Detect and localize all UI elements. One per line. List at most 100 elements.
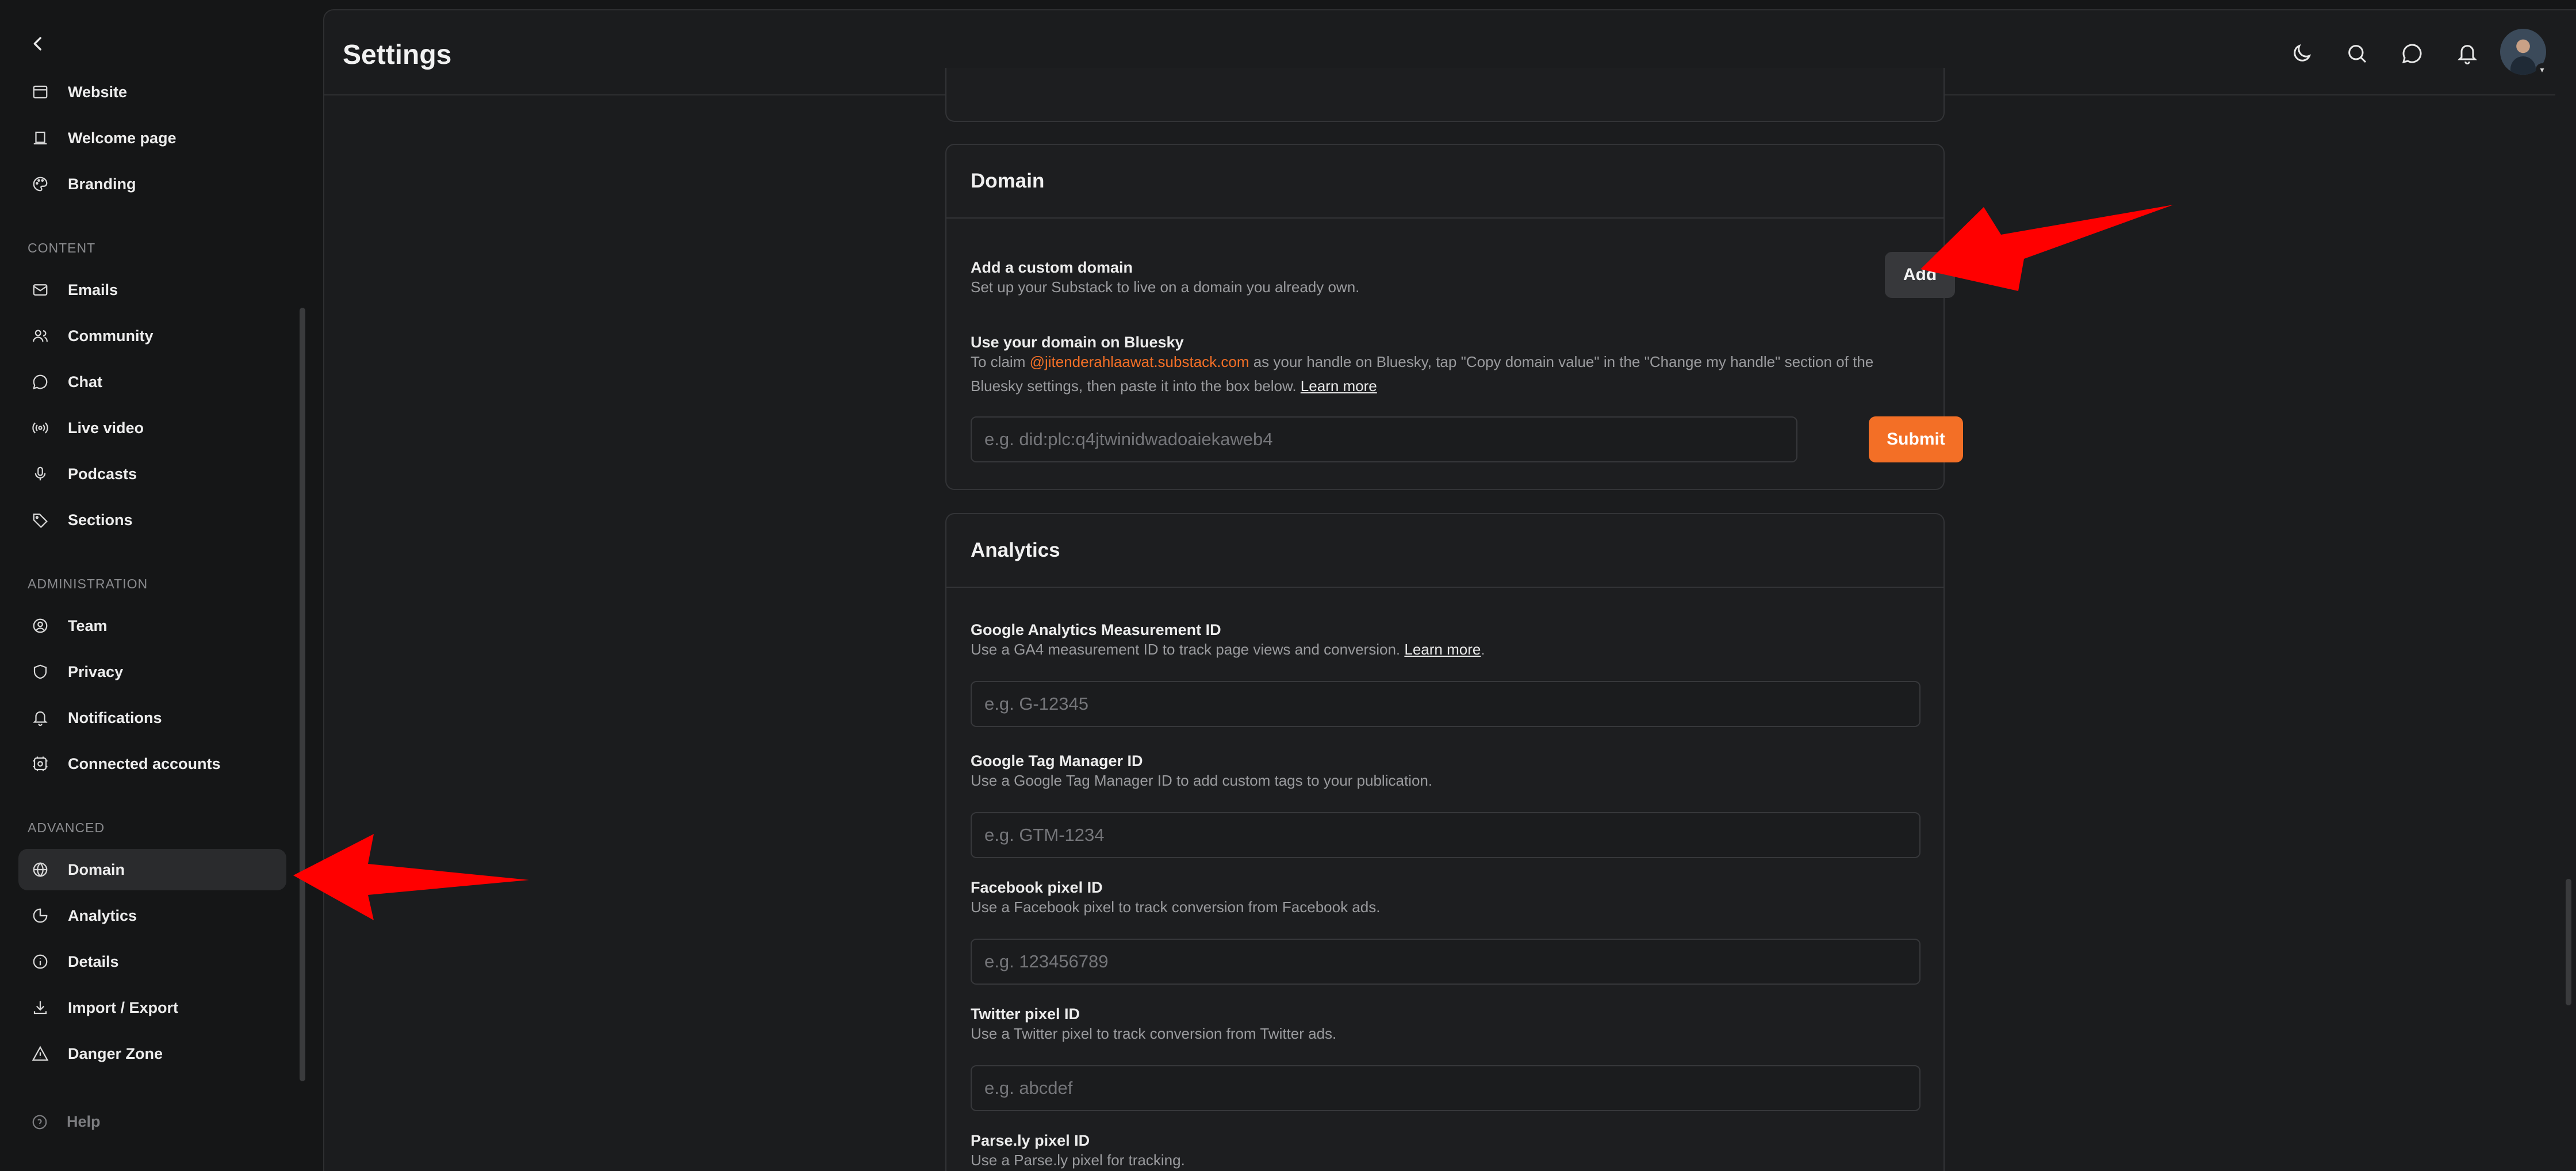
sidebar-item-danger-zone[interactable]: Danger Zone [18, 1033, 286, 1074]
sidebar-item-connected-accounts[interactable]: Connected accounts [18, 743, 286, 785]
sidebar-item-podcasts[interactable]: Podcasts [18, 453, 286, 495]
bluesky-description: To claim @jitenderahlaawat.substack.com … [971, 353, 1874, 395]
sidebar: Website Welcome page Branding CONTENT Em… [0, 0, 322, 1171]
sidebar-item-website[interactable]: Website [18, 71, 286, 113]
welcome-page-icon [31, 129, 49, 147]
twitter-pixel-title: Twitter pixel ID [971, 1005, 1080, 1023]
chat-icon [31, 373, 49, 391]
sidebar-item-label: Danger Zone [68, 1044, 163, 1062]
parsely-pixel-description: Use a Parse.ly pixel for tracking. [971, 1151, 1185, 1169]
broadcast-icon [31, 419, 49, 437]
sidebar-item-privacy[interactable]: Privacy [18, 651, 286, 692]
sidebar-item-domain[interactable]: Domain [18, 849, 286, 890]
facebook-pixel-title: Facebook pixel ID [971, 879, 1103, 896]
sidebar-item-import-export[interactable]: Import / Export [18, 987, 286, 1028]
mail-icon [31, 281, 49, 299]
twitter-pixel-description: Use a Twitter pixel to track conversion … [971, 1025, 1337, 1042]
notifications-button[interactable] [2454, 40, 2481, 67]
sidebar-item-analytics[interactable]: Analytics [18, 895, 286, 936]
sidebar-item-label: Import / Export [68, 998, 179, 1016]
download-icon [31, 998, 49, 1017]
palette-icon [31, 175, 49, 193]
analytics-card: Analytics Google Analytics Measurement I… [945, 513, 1945, 1171]
learn-more-link[interactable]: Learn more [1301, 377, 1377, 395]
sidebar-item-label: Podcasts [68, 465, 137, 483]
sidebar-item-welcome-page[interactable]: Welcome page [18, 117, 286, 159]
sidebar-item-label: Notifications [68, 709, 162, 726]
previous-settings-card [945, 68, 1945, 122]
chevron-left-icon [33, 37, 41, 51]
ga-learn-more-link[interactable]: Learn more [1404, 641, 1481, 658]
sidebar-item-label: Live video [68, 419, 144, 437]
shield-icon [31, 663, 49, 681]
facebook-pixel-input[interactable] [971, 939, 1920, 985]
ga-measurement-id-input[interactable] [971, 681, 1920, 727]
sidebar-item-label: Analytics [68, 906, 137, 924]
back-button[interactable] [26, 32, 49, 55]
bluesky-did-input[interactable] [971, 416, 1797, 462]
theme-toggle-button[interactable] [2288, 40, 2315, 67]
page-title: Settings [343, 40, 452, 70]
sidebar-item-label: Chat [68, 373, 102, 391]
sidebar-item-label: Welcome page [68, 129, 177, 147]
sidebar-item-team[interactable]: Team [18, 605, 286, 646]
sidebar-item-label: Details [68, 952, 119, 970]
bluesky-title: Use your domain on Bluesky [971, 334, 1184, 351]
red-arrow-annotation-sidebar [293, 834, 529, 920]
custom-domain-description: Set up your Substack to live on a domain… [971, 278, 1360, 296]
sidebar-item-live-video[interactable]: Live video [18, 407, 286, 449]
section-heading-administration: ADMINISTRATION [28, 576, 148, 591]
bell-icon [2458, 45, 2477, 64]
section-heading-advanced: ADVANCED [28, 820, 105, 835]
submit-button[interactable]: Submit [1869, 416, 1963, 462]
sidebar-item-label: Sections [68, 511, 133, 529]
microphone-icon [31, 465, 49, 483]
search-button[interactable] [2344, 40, 2370, 67]
sidebar-item-label: Website [68, 83, 128, 101]
gtm-id-input[interactable] [971, 812, 1920, 858]
twitter-pixel-input[interactable] [971, 1065, 1920, 1111]
sidebar-item-sections[interactable]: Sections [18, 499, 286, 541]
help-link[interactable]: Help [31, 1113, 101, 1131]
sidebar-item-branding[interactable]: Branding [18, 163, 286, 205]
sidebar-item-notifications[interactable]: Notifications [18, 697, 286, 738]
tag-icon [31, 511, 49, 529]
sidebar-item-emails[interactable]: Emails [18, 269, 286, 311]
ga-title: Google Analytics Measurement ID [971, 621, 1221, 638]
main-scrollbar[interactable] [2566, 879, 2571, 1005]
sidebar-item-chat[interactable]: Chat [18, 361, 286, 403]
sidebar-item-details[interactable]: Details [18, 941, 286, 982]
sidebar-item-community[interactable]: Community [18, 315, 286, 357]
red-arrow-annotation-add [1920, 205, 2174, 291]
sidebar-scrollbar[interactable] [300, 308, 305, 1081]
user-circle-icon [31, 617, 49, 635]
search-icon [2348, 45, 2367, 63]
domain-card-title: Domain [946, 145, 1943, 219]
warning-icon [31, 1044, 49, 1063]
chat-bubble-icon [2402, 44, 2422, 64]
sidebar-item-label: Emails [68, 281, 118, 299]
sidebar-item-label: Team [68, 617, 108, 634]
moon-icon [2294, 44, 2312, 62]
section-heading-content: CONTENT [28, 240, 96, 255]
sidebar-item-label: Privacy [68, 663, 124, 680]
gtm-description: Use a Google Tag Manager ID to add custo… [971, 772, 1433, 789]
gtm-title: Google Tag Manager ID [971, 752, 1143, 770]
analytics-card-title: Analytics [946, 514, 1943, 588]
bell-icon [31, 709, 49, 727]
chat-button[interactable] [2399, 40, 2425, 67]
sidebar-item-label: Domain [68, 860, 125, 878]
sidebar-item-label: Community [68, 327, 154, 345]
domain-card: Domain Add a custom domain Set up your S… [945, 144, 1963, 490]
pie-chart-icon [31, 906, 49, 925]
globe-icon [31, 860, 49, 879]
help-label: Help [67, 1113, 101, 1130]
main-panel: Settings ▾ Domain Add a custom domain Se… [323, 9, 2576, 1171]
ga-description: Use a GA4 measurement ID to track page v… [971, 641, 1485, 658]
chevron-down-icon[interactable]: ▾ [2536, 63, 2548, 76]
parsely-pixel-title: Parse.ly pixel ID [971, 1132, 1090, 1149]
bluesky-handle: @jitenderahlaawat.substack.com [1029, 353, 1249, 370]
info-icon [31, 952, 49, 971]
connected-icon [31, 755, 49, 773]
help-icon [32, 1115, 47, 1129]
